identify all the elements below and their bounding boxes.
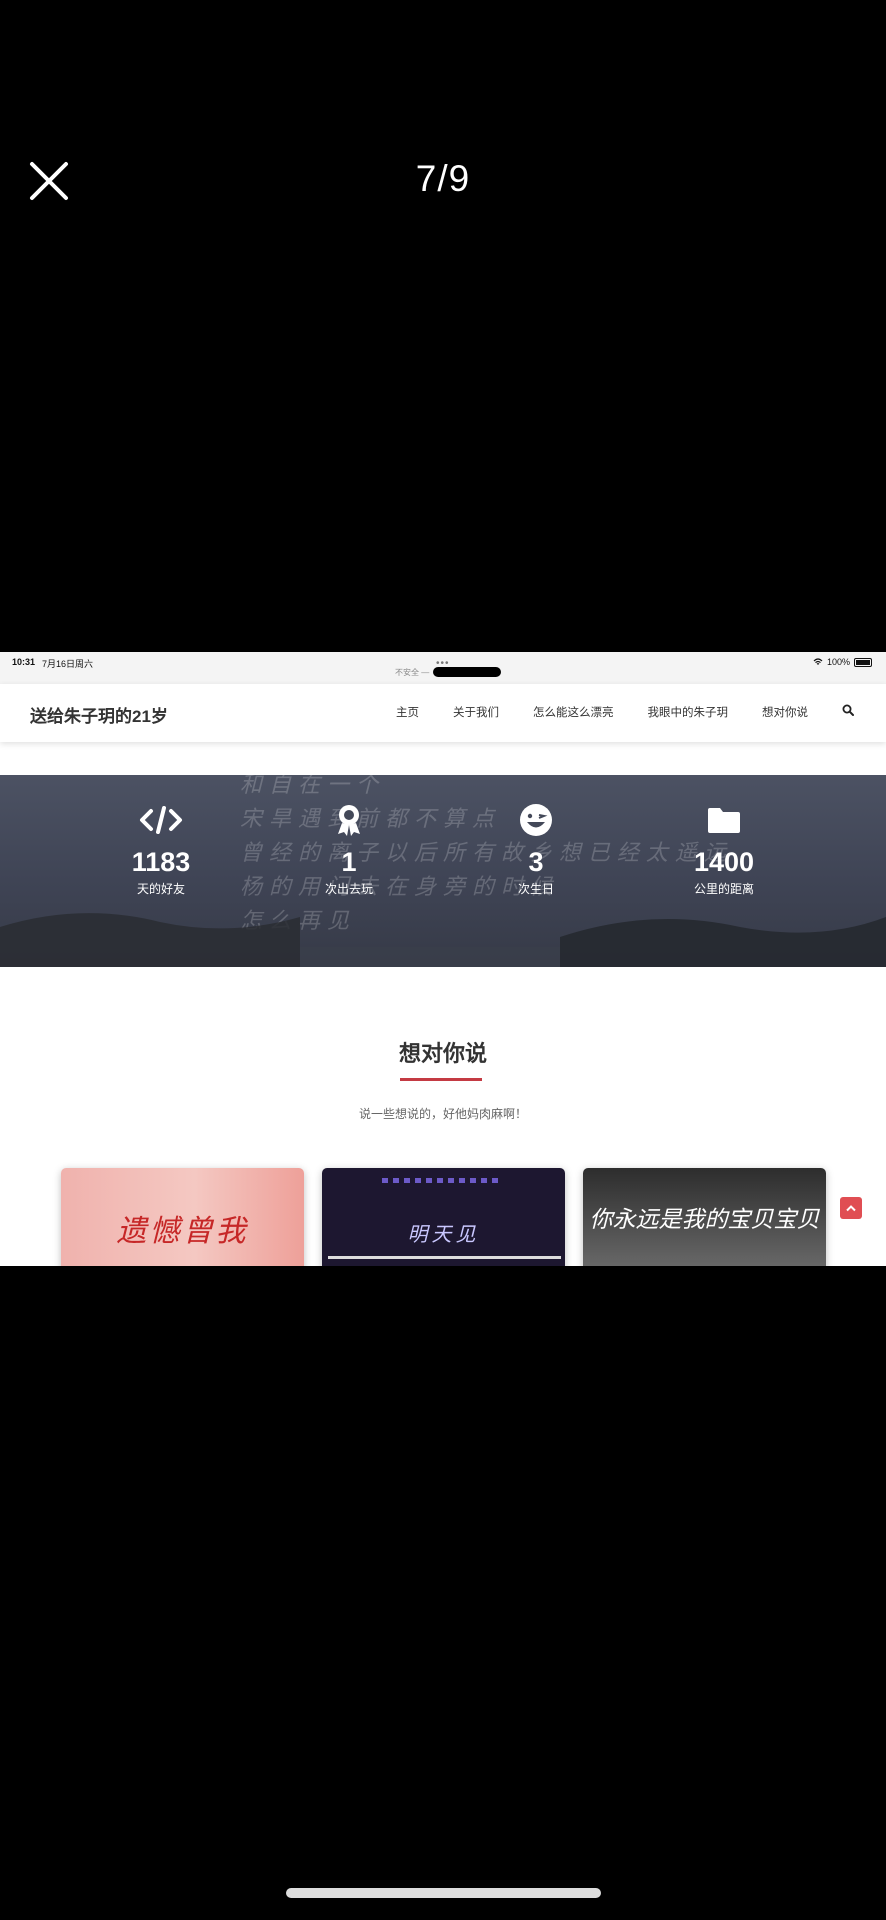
stat-number: 3 (528, 847, 544, 877)
wifi-icon (813, 658, 823, 665)
stat-trips: 1 次出去玩 (269, 803, 429, 897)
status-date: 7月16日周六 (42, 659, 94, 669)
screenshot-image: 10:31 7月16日周六 ••• 不安全 — 100% 送给朱子玥的21岁 主… (0, 652, 886, 1266)
card-lights (382, 1178, 502, 1183)
status-right: 100% (813, 657, 872, 667)
card-caption: 明天见 (407, 1222, 480, 1246)
section-subtitle: 说一些想说的，好他妈肉麻啊！ (358, 1107, 527, 1121)
stat-label: 公里的距离 (693, 882, 754, 896)
url-security-label: 不安全 — (395, 668, 430, 677)
status-time: 10:31 (12, 657, 36, 667)
home-indicator[interactable] (286, 1888, 601, 1898)
section-title: 想对你说 (398, 1041, 487, 1066)
card-caption: 遗憾曾我 (116, 1214, 249, 1249)
folder-icon (644, 803, 804, 837)
card-2[interactable]: 明天见 (322, 1168, 565, 1266)
nav-say-to-you[interactable]: 想对你说 (762, 704, 808, 720)
chevron-up-icon (846, 1205, 856, 1212)
nav-beautiful[interactable]: 怎么能这么漂亮 (533, 704, 614, 720)
image-counter: 7/9 (415, 158, 471, 199)
stat-birthdays: 3 次生日 (456, 803, 616, 897)
nav-about[interactable]: 关于我们 (453, 704, 499, 720)
stat-distance: 1400 公里的距离 (644, 803, 804, 897)
stat-label: 天的好友 (136, 882, 185, 896)
stat-label: 次出去玩 (324, 882, 373, 896)
main-nav: 主页 关于我们 怎么能这么漂亮 我眼中的朱子玥 想对你说 (396, 704, 854, 720)
search-icon[interactable] (842, 704, 854, 716)
stat-number: 1183 (131, 847, 191, 877)
award-icon (269, 803, 429, 837)
grin-icon (456, 803, 616, 837)
card-1[interactable]: 遗憾曾我 (61, 1168, 304, 1266)
battery-icon (854, 657, 872, 667)
stat-number: 1 (341, 847, 357, 877)
status-bar: 10:31 7月16日周六 ••• 不安全 — 100% (0, 652, 886, 684)
stats-banner: 和 自 在 一 个 宋 旱 遇 到 前 都 不 算 点 曾 经 的 离 子 以 … (0, 775, 886, 967)
site-header: 送给朱子玥的21岁 主页 关于我们 怎么能这么漂亮 我眼中的朱子玥 想对你说 (0, 684, 886, 742)
stat-label: 次生日 (517, 882, 554, 896)
stat-days-friends: 1183 天的好友 (81, 803, 241, 897)
site-title[interactable]: 送给朱子玥的21岁 (30, 702, 168, 727)
stat-number: 1400 (693, 847, 755, 877)
card-stage-line (328, 1256, 561, 1259)
battery-percent: 100% (826, 657, 850, 667)
card-caption: 你永远是我的宝贝宝贝 (589, 1207, 820, 1233)
banner-landscape (0, 913, 886, 967)
nav-in-my-eyes[interactable]: 我眼中的朱子玥 (648, 704, 729, 720)
redacted-url (433, 667, 501, 677)
section-underline (400, 1078, 482, 1081)
card-3[interactable]: 你永远是我的宝贝宝贝 (583, 1168, 826, 1266)
back-to-top-button[interactable] (840, 1197, 862, 1219)
nav-home[interactable]: 主页 (396, 704, 419, 720)
code-icon (81, 803, 241, 837)
